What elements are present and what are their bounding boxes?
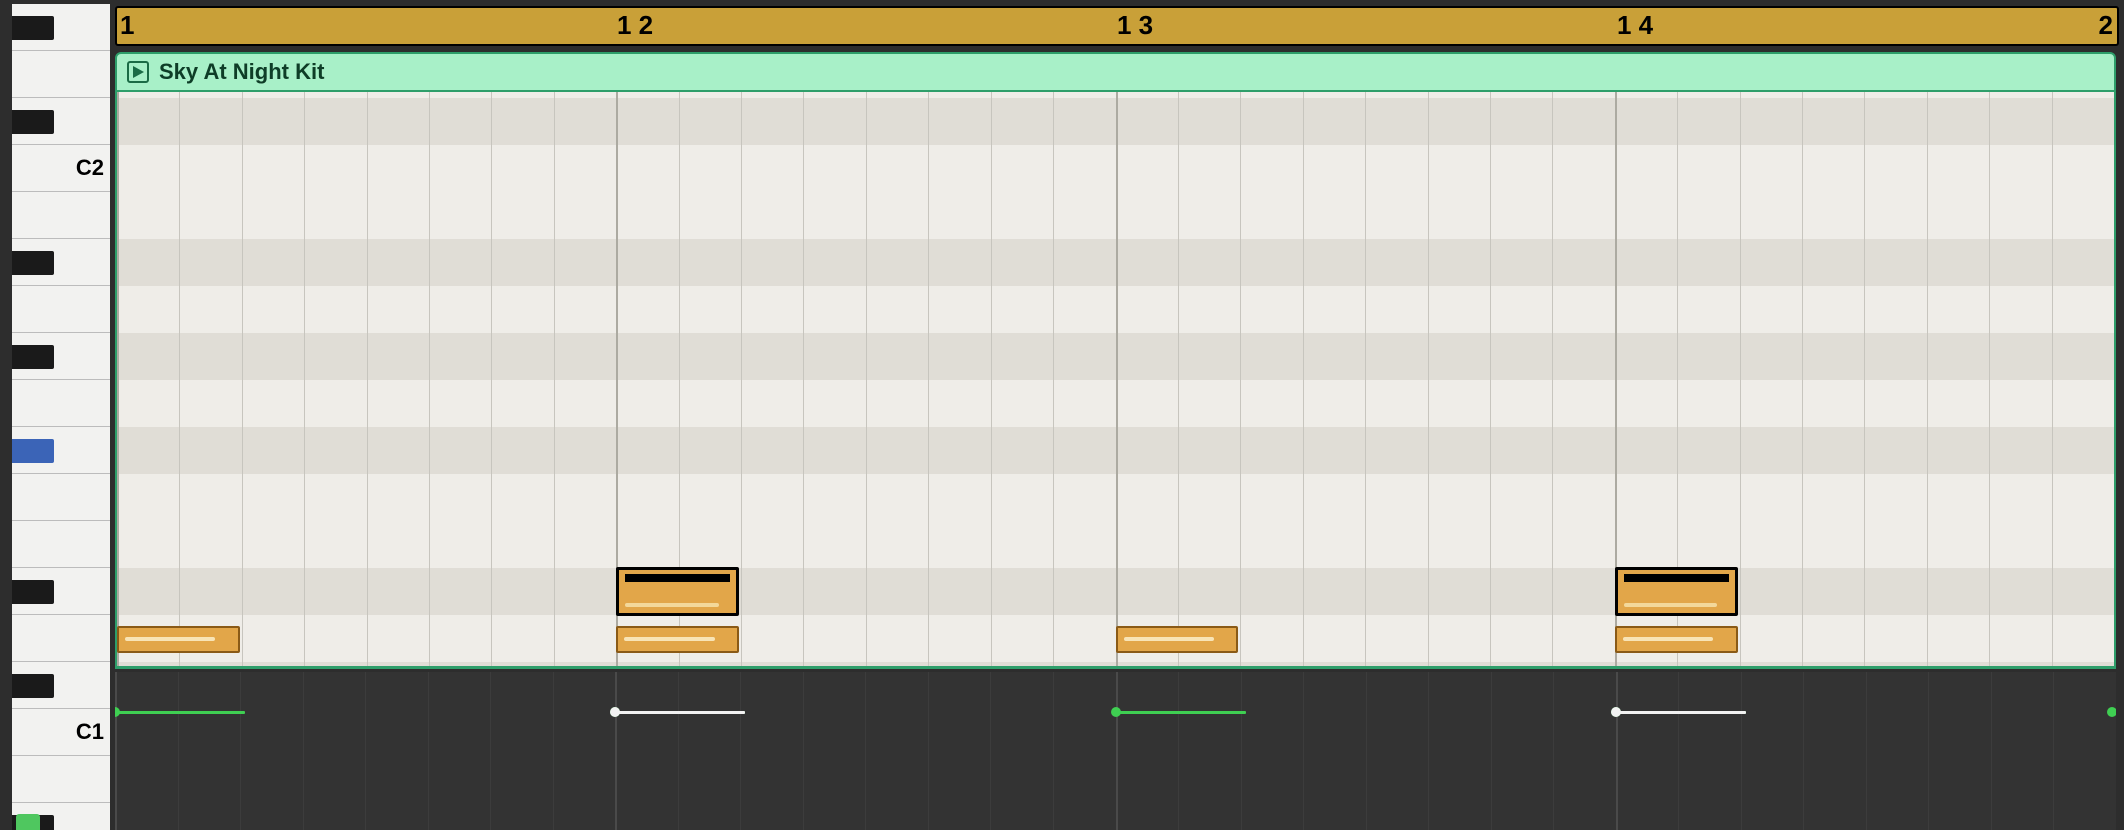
gridline [490, 672, 491, 830]
gridline [866, 92, 867, 666]
gridline [554, 92, 555, 666]
midi-note[interactable] [117, 626, 240, 652]
gridline [928, 672, 929, 830]
gridline [367, 92, 368, 666]
gridline [1178, 92, 1179, 666]
ruler-label: 2 [2099, 10, 2113, 41]
gridline [240, 672, 241, 830]
gridline [1490, 92, 1491, 666]
gridline [2053, 672, 2054, 830]
gridline [117, 92, 119, 666]
gridline [1303, 672, 1304, 830]
gridline [1428, 92, 1429, 666]
gridline [365, 672, 366, 830]
gridline [1365, 92, 1366, 666]
piano-key[interactable] [12, 474, 110, 521]
piano-key[interactable] [12, 286, 110, 333]
gridline [1866, 672, 1867, 830]
gridline [1552, 92, 1553, 666]
gridline [1803, 672, 1804, 830]
piano-black-key[interactable] [12, 110, 54, 134]
gridline [928, 92, 929, 666]
gridline [1053, 672, 1054, 830]
gridline [1678, 672, 1679, 830]
gridline [990, 672, 991, 830]
gridline [1864, 92, 1865, 666]
gridline [1928, 672, 1929, 830]
piano-black-key[interactable] [12, 251, 54, 275]
gridline [865, 672, 866, 830]
gridline [1740, 92, 1741, 666]
gridline [178, 672, 179, 830]
gridline [1991, 672, 1992, 830]
gridline [1927, 92, 1928, 666]
gridline [803, 92, 804, 666]
piano-black-key[interactable] [12, 439, 54, 463]
gridline [1616, 672, 1618, 830]
gridline [242, 92, 243, 666]
gridline [1178, 672, 1179, 830]
gridline [678, 672, 679, 830]
gridline [179, 92, 180, 666]
gridline [1303, 92, 1304, 666]
gridline [741, 92, 742, 666]
gridline [803, 672, 804, 830]
gridline [1366, 672, 1367, 830]
midi-note[interactable] [616, 626, 739, 652]
piano-black-key[interactable] [12, 345, 54, 369]
piano-black-key[interactable] [12, 674, 54, 698]
piano-key[interactable] [12, 521, 110, 568]
gridline [553, 672, 554, 830]
piano-key[interactable] [12, 51, 110, 98]
gridline [1240, 92, 1241, 666]
gridline [740, 672, 741, 830]
timeline-ruler[interactable]: 1 1 2 1 3 1 4 2 [115, 6, 2119, 46]
gridline [2052, 92, 2053, 666]
piano-key[interactable] [12, 756, 110, 803]
gridline [615, 672, 617, 830]
clip-title: Sky At Night Kit [159, 59, 324, 85]
piano-black-key[interactable] [12, 16, 54, 40]
gridline [1053, 92, 1054, 666]
gridline [1802, 92, 1803, 666]
piano-key[interactable]: C2 [12, 145, 110, 192]
gridline [1741, 672, 1742, 830]
ruler-label: 1 3 [1117, 10, 1153, 41]
gridline [1241, 672, 1242, 830]
piano-key[interactable] [12, 380, 110, 427]
gridline [429, 92, 430, 666]
piano-key[interactable]: C1 [12, 709, 110, 756]
piano-keyboard[interactable]: C2C1 [12, 92, 110, 669]
gridline [303, 672, 304, 830]
gridline [991, 92, 992, 666]
gridline [1428, 672, 1429, 830]
gridline [491, 92, 492, 666]
gridline [1116, 672, 1118, 830]
velocity-lane[interactable] [115, 672, 2116, 830]
ruler-label: 1 2 [617, 10, 653, 41]
lane-resize-handle[interactable] [16, 814, 40, 830]
ruler-label: 1 [120, 10, 134, 41]
clip-header[interactable]: Sky At Night Kit [115, 52, 2116, 92]
ruler-label: 1 4 [1617, 10, 1653, 41]
midi-note-selected[interactable] [616, 567, 739, 616]
gridline [1553, 672, 1554, 830]
midi-note-selected[interactable] [1615, 567, 1738, 616]
gridline [1989, 92, 1990, 666]
piano-roll-grid[interactable] [115, 92, 2116, 669]
gridline [2114, 92, 2116, 666]
gridline [304, 92, 305, 666]
gridline [428, 672, 429, 830]
piano-key[interactable] [12, 192, 110, 239]
play-icon[interactable] [127, 61, 149, 83]
gridline [1116, 92, 1118, 666]
gridline [115, 672, 117, 830]
piano-key[interactable] [12, 615, 110, 662]
piano-black-key[interactable] [12, 580, 54, 604]
midi-note[interactable] [1615, 626, 1738, 652]
midi-note[interactable] [1116, 626, 1239, 652]
gridline [1491, 672, 1492, 830]
